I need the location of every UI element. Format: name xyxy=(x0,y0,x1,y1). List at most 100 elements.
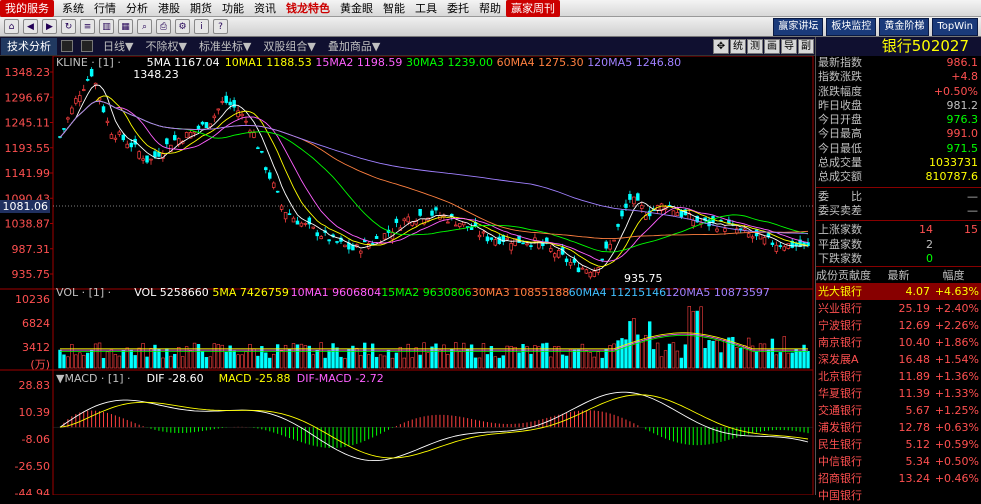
chart-option-2[interactable]: 标准坐标▼ xyxy=(193,38,257,54)
contrib-row[interactable]: 交通银行 5.67 +1.25% xyxy=(816,402,981,419)
kline-legend-2: 10MA1 1188.53 xyxy=(225,56,312,69)
menu-item-9[interactable]: 黄金眼 xyxy=(335,0,378,17)
candle-body xyxy=(636,193,640,201)
home-icon[interactable]: ⌂ xyxy=(4,19,19,34)
volume-bar xyxy=(794,348,798,369)
contrib-row[interactable]: 兴业银行 25.19 +2.40% xyxy=(816,300,981,317)
menu-item-1[interactable]: 系统 xyxy=(57,0,89,17)
contrib-change: +1.36% xyxy=(934,370,979,384)
layout-icon[interactable] xyxy=(61,40,73,52)
settings-icon[interactable]: ⚙ xyxy=(175,19,190,34)
volume-bar xyxy=(370,343,375,369)
contrib-name: 兴业银行 xyxy=(818,302,862,316)
volume-bar xyxy=(327,350,331,369)
toolbar-button-0[interactable]: 赢家讲坛 xyxy=(773,17,824,36)
candle-body xyxy=(343,244,347,248)
menu-item-8[interactable]: 钱龙特色 xyxy=(281,0,335,17)
volume-bar xyxy=(109,349,114,369)
contrib-row[interactable]: 中信银行 5.34 +0.50% xyxy=(816,453,981,470)
list-icon[interactable]: ≡ xyxy=(80,19,95,34)
menu-item-11[interactable]: 工具 xyxy=(410,0,442,17)
chart-tool-2[interactable]: 测 xyxy=(747,38,763,54)
volume-bar xyxy=(806,351,810,369)
menu-item-2[interactable]: 行情 xyxy=(89,0,121,17)
volume-bar xyxy=(770,338,775,369)
menu-item-6[interactable]: 功能 xyxy=(217,0,249,17)
contrib-row[interactable]: 浦发银行 12.78 +0.63% xyxy=(816,419,981,436)
volume-legend-2: 5MA 7426759 xyxy=(212,286,289,299)
grid-icon[interactable]: ▦ xyxy=(118,19,133,34)
contrib-name: 浦发银行 xyxy=(818,421,862,435)
cursor-label: 1081.06 xyxy=(3,200,49,213)
menu-item-3[interactable]: 分析 xyxy=(121,0,153,17)
candle-body xyxy=(319,236,323,239)
toolbar-button-3[interactable]: TopWin xyxy=(932,17,978,36)
contrib-row[interactable]: 南京银行 10.40 +1.86% xyxy=(816,334,981,351)
volume-bar xyxy=(351,345,355,369)
volume-bar xyxy=(564,355,569,369)
menu-item-10[interactable]: 智能 xyxy=(378,0,410,17)
menu-item-4[interactable]: 港股 xyxy=(153,0,185,17)
contrib-row[interactable]: 光大银行 4.07 +4.63% xyxy=(816,283,981,301)
quote-label: 今日最低 xyxy=(818,141,862,155)
compare-label: 委 比 xyxy=(818,189,862,203)
breadth-value-2: 15 xyxy=(964,223,978,237)
info-icon[interactable]: i xyxy=(194,19,209,34)
chart-option-1[interactable]: 不除权▼ xyxy=(139,38,192,54)
volume-bar xyxy=(521,344,525,369)
menu-item-0[interactable]: 我的服务 xyxy=(0,0,54,17)
chart-tool-1[interactable]: 统 xyxy=(730,38,746,54)
refresh-icon[interactable]: ↻ xyxy=(61,19,76,34)
toolbar-button-2[interactable]: 黄金阶梯 xyxy=(879,17,930,36)
volume-bar xyxy=(173,353,177,369)
volume-bar xyxy=(248,344,252,369)
menu-item-14[interactable]: 赢家周刊 xyxy=(506,0,560,17)
chart-area[interactable]: KLINE · [1] · 5MA 1167.04 10MA1 1188.53 15M… xyxy=(0,56,815,495)
chart-tool-4[interactable]: 导 xyxy=(781,38,797,54)
back-icon[interactable]: ◀ xyxy=(23,19,38,34)
volume-bar xyxy=(477,357,482,369)
candle-body xyxy=(525,243,529,246)
contrib-row[interactable]: 华夏银行 11.39 +1.33% xyxy=(816,385,981,402)
toolbar-button-1[interactable]: 板块监控 xyxy=(826,17,877,36)
help-icon[interactable]: ? xyxy=(213,19,228,34)
window-icon[interactable] xyxy=(81,40,93,52)
forward-icon[interactable]: ▶ xyxy=(42,19,57,34)
candle-body xyxy=(335,241,339,243)
chart-tool-0[interactable]: ✥ xyxy=(713,38,729,54)
contrib-row[interactable]: 招商银行 13.24 +0.46% xyxy=(816,470,981,487)
search-icon[interactable]: ⌕ xyxy=(137,19,152,34)
contrib-row[interactable]: 宁波银行 12.69 +2.26% xyxy=(816,317,981,334)
volume-bar xyxy=(129,349,133,369)
volume-bars xyxy=(58,306,810,369)
chart-option-3[interactable]: 双股组合▼ xyxy=(257,38,321,54)
menu-item-7[interactable]: 资讯 xyxy=(249,0,281,17)
contrib-row[interactable]: 民生银行 5.12 +0.59% xyxy=(816,436,981,453)
candle-body xyxy=(184,132,189,138)
contrib-row[interactable]: 北京银行 11.89 +1.36% xyxy=(816,368,981,385)
candle-body xyxy=(291,217,296,223)
menu-item-13[interactable]: 帮助 xyxy=(474,0,506,17)
print-icon[interactable]: ⎙ xyxy=(156,19,171,34)
tab-technical-analysis[interactable]: 技术分析 xyxy=(1,37,57,55)
chart-icon[interactable]: ▥ xyxy=(99,19,114,34)
menu-item-5[interactable]: 期货 xyxy=(185,0,217,17)
volume-bar xyxy=(687,306,691,369)
chart-option-4[interactable]: 叠加商品▼ xyxy=(322,38,386,54)
chart-option-0[interactable]: 日线▼ xyxy=(97,38,139,54)
chart-tool-5[interactable]: 副 xyxy=(798,38,814,54)
contrib-price: 12.78 xyxy=(898,421,931,435)
contrib-row[interactable]: 中国银行 xyxy=(816,487,981,504)
candle-body xyxy=(327,239,331,242)
contrib-change: +0.59% xyxy=(934,438,979,452)
menu-item-12[interactable]: 委托 xyxy=(442,0,474,17)
kline-ytick: 1296.67 xyxy=(5,91,51,104)
volume-bar xyxy=(244,351,248,369)
volume-bar xyxy=(208,356,213,369)
chart-tool-3[interactable]: 画 xyxy=(764,38,780,54)
candle-body xyxy=(192,131,197,134)
volume-bar xyxy=(224,351,228,369)
candle-body xyxy=(584,269,589,274)
candle-body xyxy=(778,245,783,247)
contrib-row[interactable]: 深发展A 16.48 +1.54% xyxy=(816,351,981,368)
